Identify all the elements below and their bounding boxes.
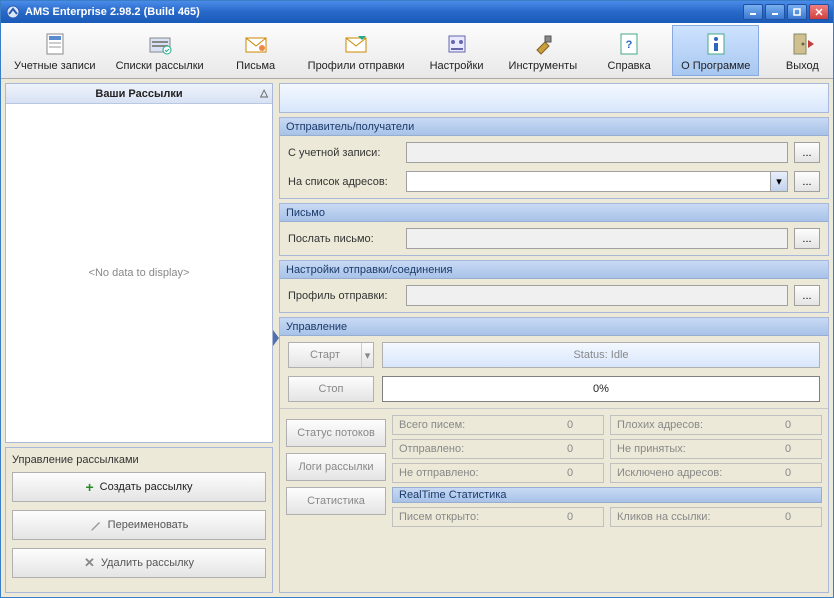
control-section-header: Управление	[280, 318, 828, 336]
from-account-label: С учетной записи:	[288, 147, 400, 159]
manage-title: Управление рассылками	[12, 454, 266, 466]
to-list-browse-button[interactable]: ...	[794, 171, 820, 192]
from-account-browse-button[interactable]: ...	[794, 142, 820, 163]
stop-button[interactable]: Стоп	[288, 376, 374, 402]
profile-browse-button[interactable]: ...	[794, 285, 820, 306]
sender-section: Отправитель/получатели С учетной записи:…	[279, 117, 829, 199]
stat-cell: Исключено адресов:0	[610, 463, 822, 483]
profile-label: Профиль отправки:	[288, 290, 400, 302]
app-icon	[5, 4, 21, 20]
stat-cell: Плохих адресов:0	[610, 415, 822, 435]
send-letter-browse-button[interactable]: ...	[794, 228, 820, 249]
toolbar-lists-button[interactable]: Списки рассылки	[107, 25, 213, 76]
left-panel: Ваши Рассылки △ <No data to display> Упр…	[5, 83, 273, 593]
lists-icon	[146, 30, 174, 58]
status-bar: Status: Idle	[382, 342, 820, 368]
stat-cell: Кликов на ссылки:0	[610, 507, 822, 527]
letter-section: Письмо Послать письмо: ...	[279, 203, 829, 256]
collapse-icon[interactable]: △	[260, 88, 268, 99]
sender-section-header: Отправитель/получатели	[280, 118, 828, 136]
mailing-name-input[interactable]	[279, 83, 829, 113]
toolbar-about-button[interactable]: О Программе	[672, 25, 759, 76]
accounts-icon	[41, 30, 69, 58]
right-panel: Отправитель/получатели С учетной записи:…	[279, 83, 829, 593]
letters-icon	[242, 30, 270, 58]
close-button[interactable]	[809, 4, 829, 20]
mailings-panel-title: Ваши Рассылки	[95, 88, 182, 100]
from-account-combo[interactable]	[406, 142, 788, 163]
tools-icon	[529, 30, 557, 58]
profile-combo[interactable]	[406, 285, 788, 306]
maximize-button[interactable]	[787, 4, 807, 20]
toolbar-accounts-button[interactable]: Учетные записи	[5, 25, 105, 76]
manage-mailings-group: Управление рассылками + Создать рассылку…	[5, 447, 273, 593]
control-section: Управление Старт ▾ Status: Idle Стоп 0%	[279, 317, 829, 593]
create-mailing-button[interactable]: + Создать рассылку	[12, 472, 266, 502]
main-toolbar: Учетные записиСписки рассылкиПисьмаПрофи…	[1, 23, 833, 79]
start-button[interactable]: Старт ▾	[288, 342, 374, 368]
mailings-panel-header: Ваши Рассылки △	[6, 84, 272, 104]
chevron-down-icon: ▾	[770, 172, 787, 191]
to-list-combo[interactable]: ▾	[406, 171, 788, 192]
about-icon	[702, 30, 730, 58]
send-letter-combo[interactable]	[406, 228, 788, 249]
statistics-button[interactable]: Статистика	[286, 487, 386, 515]
logs-button[interactable]: Логи рассылки	[286, 453, 386, 481]
app-window: AMS Enterprise 2.98.2 (Build 465) Учетны…	[0, 0, 834, 598]
progress-bar: 0%	[382, 376, 820, 402]
toolbar-letters-button[interactable]: Письма	[215, 25, 297, 76]
realtime-stats-header: RealTime Статистика	[392, 487, 822, 503]
x-icon: ✕	[84, 555, 95, 571]
letter-section-header: Письмо	[280, 204, 828, 222]
sending-section-header: Настройки отправки/соединения	[280, 261, 828, 279]
pencil-icon	[90, 519, 102, 531]
minimize2-button[interactable]	[765, 4, 785, 20]
thread-status-button[interactable]: Статус потоков	[286, 419, 386, 447]
send-letter-label: Послать письмо:	[288, 233, 400, 245]
stat-cell: Писем открыто:0	[392, 507, 604, 527]
stats-area: Статус потоков Логи рассылки Статистика …	[280, 408, 828, 592]
toolbar-tools-button[interactable]: Инструменты	[500, 25, 587, 76]
toolbar-settings-button[interactable]: Настройки	[416, 25, 498, 76]
help-icon: ?	[615, 30, 643, 58]
exit-icon	[788, 30, 816, 58]
window-title: AMS Enterprise 2.98.2 (Build 465)	[25, 6, 743, 18]
settings-icon	[443, 30, 471, 58]
svg-text:?: ?	[626, 39, 633, 51]
mailings-panel: Ваши Рассылки △ <No data to display>	[5, 83, 273, 443]
rename-mailing-button[interactable]: Переименовать	[12, 510, 266, 540]
to-list-label: На список адресов:	[288, 176, 400, 188]
delete-mailing-button[interactable]: ✕ Удалить рассылку	[12, 548, 266, 578]
empty-placeholder: <No data to display>	[89, 267, 190, 279]
sending-section: Настройки отправки/соединения Профиль от…	[279, 260, 829, 313]
start-dropdown-icon[interactable]: ▾	[361, 343, 373, 367]
stat-cell: Не отправлено:0	[392, 463, 604, 483]
stat-cell: Не принятых:0	[610, 439, 822, 459]
titlebar: AMS Enterprise 2.98.2 (Build 465)	[1, 1, 833, 23]
plus-icon: +	[85, 479, 93, 495]
toolbar-help-button[interactable]: ?Справка	[588, 25, 670, 76]
toolbar-exit-button[interactable]: Выход	[761, 25, 834, 76]
profiles-icon	[342, 30, 370, 58]
mailings-list: <No data to display>	[6, 104, 272, 442]
stat-cell: Всего писем:0	[392, 415, 604, 435]
minimize-button[interactable]	[743, 4, 763, 20]
stat-cell: Отправлено:0	[392, 439, 604, 459]
toolbar-profiles-button[interactable]: Профили отправки	[299, 25, 414, 76]
